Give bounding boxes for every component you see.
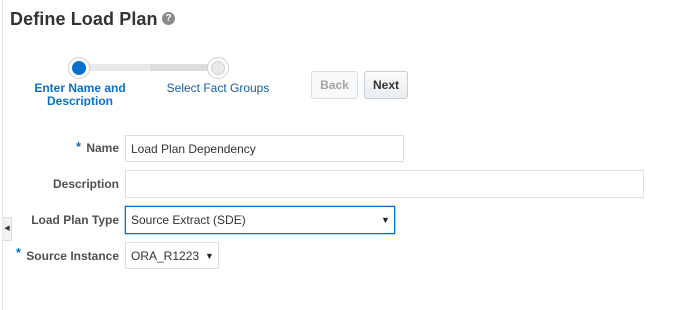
train-step-label-enter-name: Enter Name and Description xyxy=(34,82,126,106)
train-stop-select-fact-groups[interactable] xyxy=(207,57,229,79)
source-instance-required-marker: * xyxy=(16,245,22,260)
load-plan-type-label: Load Plan Type xyxy=(31,213,119,227)
collapse-panel-handle-icon[interactable]: ◀ xyxy=(3,217,12,241)
page-title: Define Load Plan xyxy=(10,9,158,29)
dropdown-arrow-icon: ▼ xyxy=(205,251,214,261)
name-input-value: Load Plan Dependency xyxy=(131,141,256,156)
help-icon[interactable]: ? xyxy=(162,12,175,25)
source-instance-value: ORA_R1223 xyxy=(131,248,200,263)
description-input[interactable] xyxy=(125,170,644,198)
source-instance-label: Source Instance xyxy=(26,249,119,263)
name-input[interactable]: Load Plan Dependency xyxy=(125,135,404,162)
description-label: Description xyxy=(52,177,119,191)
load-plan-type-value: Source Extract (SDE) xyxy=(131,213,246,227)
name-label: Name xyxy=(86,141,119,155)
left-divider xyxy=(2,0,3,310)
train-stop-enter-name xyxy=(68,57,90,79)
source-instance-select[interactable]: ORA_R1223 ▼ xyxy=(125,242,219,269)
next-step-icon xyxy=(211,61,225,75)
dropdown-arrow-icon: ▼ xyxy=(381,215,390,225)
back-button[interactable]: Back xyxy=(311,71,358,99)
current-step-icon xyxy=(72,61,86,75)
train-step-label-select-fact-groups[interactable]: Select Fact Groups xyxy=(160,82,276,95)
train-track-progress xyxy=(80,64,150,71)
next-button[interactable]: Next xyxy=(364,71,408,99)
load-plan-type-select[interactable]: Source Extract (SDE) ▼ xyxy=(125,206,395,234)
